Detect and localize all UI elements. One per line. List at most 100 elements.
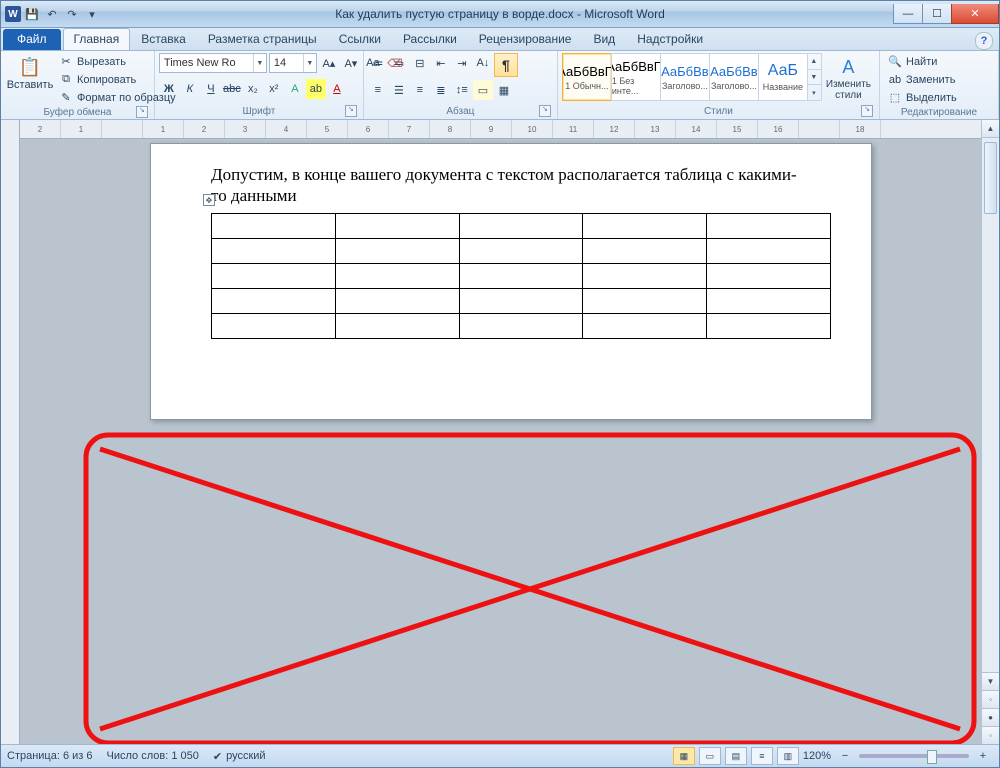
borders-button[interactable]: ▦ — [494, 80, 514, 100]
zoom-in-button[interactable]: + — [973, 746, 993, 766]
style-no-spacing[interactable]: АаБбВвГг1 Без инте... — [611, 53, 661, 101]
decrease-indent-button[interactable]: ⇤ — [431, 53, 451, 73]
paste-icon: 📋 — [18, 55, 42, 79]
ribbon-help-icon[interactable]: ? — [975, 32, 993, 50]
maximize-button[interactable]: ☐ — [922, 4, 952, 24]
line-spacing-button[interactable]: ↕≡ — [452, 80, 472, 100]
tab-view[interactable]: Вид — [582, 28, 626, 50]
italic-button[interactable]: К — [180, 79, 200, 99]
window-title: Как удалить пустую страницу в ворде.docx… — [1, 7, 999, 21]
tab-home[interactable]: Главная — [63, 28, 131, 50]
table-move-handle-icon[interactable]: ✥ — [203, 194, 215, 206]
zoom-level[interactable]: 120% — [803, 750, 831, 762]
highlight-button[interactable]: ab — [306, 79, 326, 99]
word-app-icon[interactable]: W — [5, 6, 21, 22]
scroll-up-icon[interactable]: ▲ — [982, 120, 999, 138]
status-page[interactable]: Страница: 6 из 6 — [7, 750, 93, 762]
next-page-icon[interactable]: ◦ — [982, 726, 999, 744]
numbering-button[interactable]: ≕ — [389, 53, 409, 73]
text-effects-button[interactable]: A — [285, 79, 305, 99]
bold-button[interactable]: Ж — [159, 79, 179, 99]
select-icon: ⬚ — [888, 91, 902, 105]
tab-page-layout[interactable]: Разметка страницы — [197, 28, 328, 50]
align-right-button[interactable]: ≡ — [410, 80, 430, 100]
scissors-icon: ✂ — [59, 55, 73, 69]
qat-redo-icon[interactable]: ↷ — [63, 5, 81, 23]
document-table[interactable] — [211, 213, 831, 339]
sort-button[interactable]: A↓ — [473, 53, 493, 73]
paste-label: Вставить — [7, 79, 54, 91]
tab-references[interactable]: Ссылки — [328, 28, 392, 50]
minimize-button[interactable]: — — [893, 4, 923, 24]
replace-button[interactable]: abЗаменить — [884, 71, 961, 88]
vertical-scrollbar[interactable]: ▲ ▼ ◦ ● ◦ — [981, 120, 999, 744]
view-web-button[interactable]: ▤ — [725, 747, 747, 765]
style-normal[interactable]: АаБбВвГг1 Обычн... — [562, 53, 612, 101]
paragraph-launcher[interactable]: ↘ — [539, 105, 551, 117]
change-styles-button[interactable]: A Изменить стили — [822, 53, 875, 103]
tab-mailings[interactable]: Рассылки — [392, 28, 468, 50]
shrink-font-button[interactable]: A▾ — [341, 53, 361, 73]
group-label-styles: Стили↘ — [562, 105, 875, 119]
close-button[interactable]: ✕ — [951, 4, 999, 24]
view-draft-button[interactable]: ▥ — [777, 747, 799, 765]
subscript-button[interactable]: x₂ — [243, 79, 263, 99]
scroll-thumb[interactable] — [984, 142, 997, 214]
select-button[interactable]: ⬚Выделить — [884, 89, 961, 106]
qat-save-icon[interactable]: 💾 — [23, 5, 41, 23]
zoom-out-button[interactable]: − — [835, 746, 855, 766]
zoom-slider-thumb[interactable] — [927, 750, 937, 764]
view-outline-button[interactable]: ≡ — [751, 747, 773, 765]
multilevel-button[interactable]: ⊟ — [410, 53, 430, 73]
underline-button[interactable]: Ч — [201, 79, 221, 99]
justify-button[interactable]: ≣ — [431, 80, 451, 100]
styles-gallery[interactable]: АаБбВвГг1 Обычн... АаБбВвГг1 Без инте...… — [562, 53, 822, 101]
shading-button[interactable]: ▭ — [473, 80, 493, 100]
bullets-button[interactable]: ≔ — [368, 53, 388, 73]
status-word-count[interactable]: Число слов: 1 050 — [107, 750, 199, 762]
zoom-slider[interactable] — [859, 754, 969, 758]
style-title[interactable]: АаБНазвание — [758, 53, 808, 101]
superscript-button[interactable]: x² — [264, 79, 284, 99]
tab-review[interactable]: Рецензирование — [468, 28, 583, 50]
increase-indent-button[interactable]: ⇥ — [452, 53, 472, 73]
scroll-track[interactable] — [982, 138, 999, 672]
align-left-button[interactable]: ≡ — [368, 80, 388, 100]
font-launcher[interactable]: ↘ — [345, 105, 357, 117]
chevron-up-icon: ▲ — [807, 54, 821, 70]
vertical-ruler[interactable] — [1, 120, 20, 744]
font-size-combo[interactable]: 14▼ — [269, 53, 317, 73]
chevron-down-icon: ▼ — [303, 54, 316, 72]
group-label-font: Шрифт↘ — [159, 105, 359, 119]
document-area: 211234567891011121314151618 ✥ Допустим, … — [1, 120, 999, 744]
styles-launcher[interactable]: ↘ — [861, 105, 873, 117]
tab-addins[interactable]: Надстройки — [626, 28, 714, 50]
qat-undo-icon[interactable]: ↶ — [43, 5, 61, 23]
styles-gallery-more[interactable]: ▲▼▾ — [807, 53, 822, 101]
show-paragraph-marks-button[interactable]: ¶ — [494, 53, 518, 77]
clipboard-launcher[interactable]: ↘ — [136, 106, 148, 118]
font-color-button[interactable]: A — [327, 79, 347, 99]
prev-page-icon[interactable]: ◦ — [982, 690, 999, 708]
find-button[interactable]: 🔍Найти — [884, 53, 961, 70]
browse-object-icon[interactable]: ● — [982, 708, 999, 726]
paste-button[interactable]: 📋 Вставить — [5, 53, 55, 93]
document-viewport[interactable]: ✥ Допустим, в конце вашего документа с т… — [20, 139, 981, 744]
grow-font-button[interactable]: A▴ — [319, 53, 339, 73]
document-page[interactable]: ✥ Допустим, в конце вашего документа с т… — [150, 143, 872, 420]
style-heading-1[interactable]: АаБбВвЗаголово... — [660, 53, 710, 101]
horizontal-ruler[interactable]: 211234567891011121314151618 — [20, 120, 981, 139]
align-center-button[interactable]: ☰ — [389, 80, 409, 100]
view-reading-button[interactable]: ▭ — [699, 747, 721, 765]
document-paragraph[interactable]: Допустим, в конце вашего документа с тек… — [211, 164, 811, 207]
view-print-layout-button[interactable]: ▦ — [673, 747, 695, 765]
style-heading-2[interactable]: АаБбВвЗаголово... — [709, 53, 759, 101]
qat-customize-icon[interactable]: ▾ — [83, 5, 101, 23]
file-tab[interactable]: Файл — [3, 29, 61, 50]
status-language[interactable]: ✔русский — [213, 750, 266, 763]
group-label-editing: Редактирование — [884, 106, 994, 120]
scroll-down-icon[interactable]: ▼ — [982, 672, 999, 690]
font-name-combo[interactable]: Times New Ro▼ — [159, 53, 267, 73]
strike-button[interactable]: abc — [222, 79, 242, 99]
tab-insert[interactable]: Вставка — [130, 28, 197, 50]
